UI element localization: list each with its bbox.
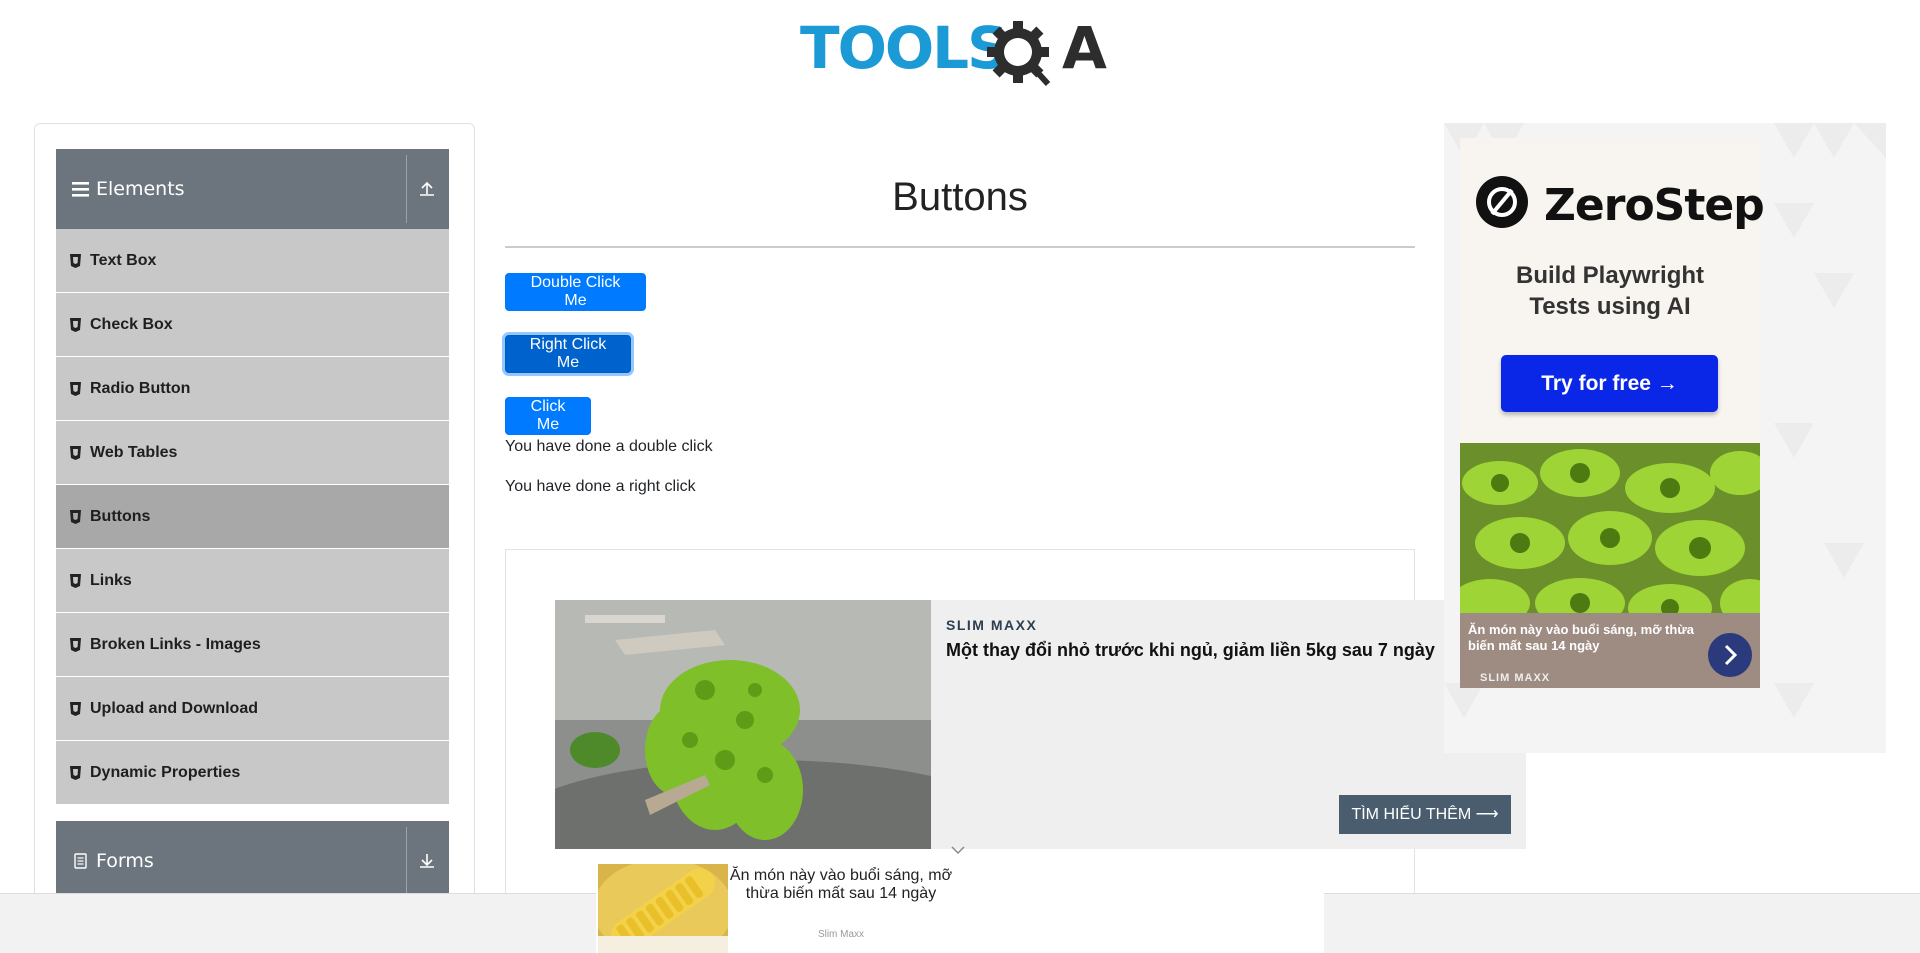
ad-image-noodles[interactable] xyxy=(555,600,931,849)
ad-subtitle: Build Playwright Tests using AI xyxy=(1460,260,1760,322)
ad-caption[interactable]: Ăn món này vào buổi sáng, mỡ thừa biến m… xyxy=(1468,622,1708,654)
ad-headline[interactable]: Một thay đổi nhỏ trước khi ngủ, giảm liề… xyxy=(946,640,1435,661)
menu-icon xyxy=(72,182,89,197)
group-title-forms: Forms xyxy=(96,850,154,872)
logo-a-text: A xyxy=(1062,14,1107,82)
document-icon xyxy=(74,853,87,869)
chevron-down-icon[interactable] xyxy=(951,845,965,855)
sidebar-item-label: Buttons xyxy=(90,508,151,525)
sidebar-item-radio-button[interactable]: Radio Button xyxy=(56,357,449,421)
sidebar-item-upload-download[interactable]: Upload and Download xyxy=(56,677,449,741)
ad-subtitle-line2: Tests using AI xyxy=(1529,293,1691,320)
html5-icon xyxy=(70,702,81,716)
ad-caption-band[interactable]: Ăn món này vào buổi sáng, mỡ thừa biến m… xyxy=(1460,613,1760,688)
click-me-button[interactable]: Click Me xyxy=(505,397,591,435)
sidebar-item-web-tables[interactable]: Web Tables xyxy=(56,421,449,485)
ad-image-bitter-melon[interactable] xyxy=(1460,443,1760,626)
expand-down-icon[interactable] xyxy=(417,851,437,871)
sidebar-item-text-box[interactable]: Text Box xyxy=(56,229,449,293)
group-header-elements[interactable]: Elements xyxy=(56,149,449,229)
sidebar-item-dynamic-properties[interactable]: Dynamic Properties xyxy=(56,741,449,805)
chevron-right-icon xyxy=(1724,644,1738,666)
sidebar: Elements Text Box Check Box Radio Button… xyxy=(34,123,475,953)
zerostep-ad[interactable]: ZeroStep Build Playwright Tests using AI… xyxy=(1444,123,1886,753)
page-title: Buttons xyxy=(892,175,1028,219)
double-click-button[interactable]: Double Click Me xyxy=(505,273,646,311)
sidebar-item-label: Upload and Download xyxy=(90,700,258,717)
html5-icon xyxy=(70,318,81,332)
html5-icon xyxy=(70,446,81,460)
sidebar-item-label: Dynamic Properties xyxy=(90,764,241,781)
sidebar-item-buttons[interactable]: Buttons xyxy=(56,485,449,549)
html5-icon xyxy=(70,382,81,396)
sidebar-item-links[interactable]: Links xyxy=(56,549,449,613)
html5-icon xyxy=(70,510,81,524)
group-header-forms[interactable]: Forms xyxy=(56,821,449,901)
zerostep-logo-icon xyxy=(1476,176,1528,228)
divider xyxy=(406,155,407,223)
header: TOOLS A xyxy=(0,0,1920,100)
sidebar-item-check-box[interactable]: Check Box xyxy=(56,293,449,357)
right-click-message: You have done a right click xyxy=(505,478,696,495)
ad-image-corn[interactable] xyxy=(598,864,728,953)
html5-icon xyxy=(70,254,81,268)
html5-icon xyxy=(70,574,81,588)
sidebar-item-broken-links[interactable]: Broken Links - Images xyxy=(56,613,449,677)
bottom-ad-text[interactable]: Ăn món này vào buổi sáng, mỡ thừa biến m… xyxy=(726,867,956,903)
sidebar-item-label: Check Box xyxy=(90,316,173,333)
divider xyxy=(406,827,407,895)
sidebar-item-label: Links xyxy=(90,572,132,589)
ad-card: ZeroStep Build Playwright Tests using AI… xyxy=(1460,138,1765,443)
ad-source: SLIM MAXX xyxy=(1480,672,1551,684)
try-for-free-button[interactable]: Try for free → xyxy=(1501,355,1718,412)
bottom-ad[interactable]: Ăn món này vào buổi sáng, mỡ thừa biến m… xyxy=(596,864,1324,953)
next-arrow-button[interactable] xyxy=(1708,633,1752,677)
right-click-button[interactable]: Right Click Me xyxy=(505,335,631,373)
ad-brand[interactable]: SLIM MAXX xyxy=(946,617,1037,633)
bottom-ad-source: Slim Maxx xyxy=(817,929,865,940)
elements-menu: Text Box Check Box Radio Button Web Tabl… xyxy=(56,229,449,805)
inline-ad[interactable]: SLIM MAXX Một thay đổi nhỏ trước khi ngủ… xyxy=(555,600,1526,849)
sidebar-item-label: Text Box xyxy=(90,252,157,269)
sidebar-item-label: Web Tables xyxy=(90,444,178,461)
sidebar-item-label: Broken Links - Images xyxy=(90,636,261,653)
toolsqa-logo[interactable]: TOOLS A xyxy=(800,14,1125,92)
collapse-up-icon[interactable] xyxy=(417,179,437,199)
learn-more-button[interactable]: TÌM HIỂU THÊM ⟶ xyxy=(1339,795,1511,834)
double-click-message: You have done a double click xyxy=(505,438,713,455)
sidebar-item-label: Radio Button xyxy=(90,380,191,397)
group-title-elements: Elements xyxy=(96,178,185,200)
logo-tools-text: TOOLS xyxy=(800,14,1007,82)
title-divider xyxy=(505,246,1415,248)
zerostep-brand: ZeroStep xyxy=(1544,180,1765,231)
html5-icon xyxy=(70,638,81,652)
ad-subtitle-line1: Build Playwright xyxy=(1515,262,1704,289)
html5-icon xyxy=(70,766,81,780)
